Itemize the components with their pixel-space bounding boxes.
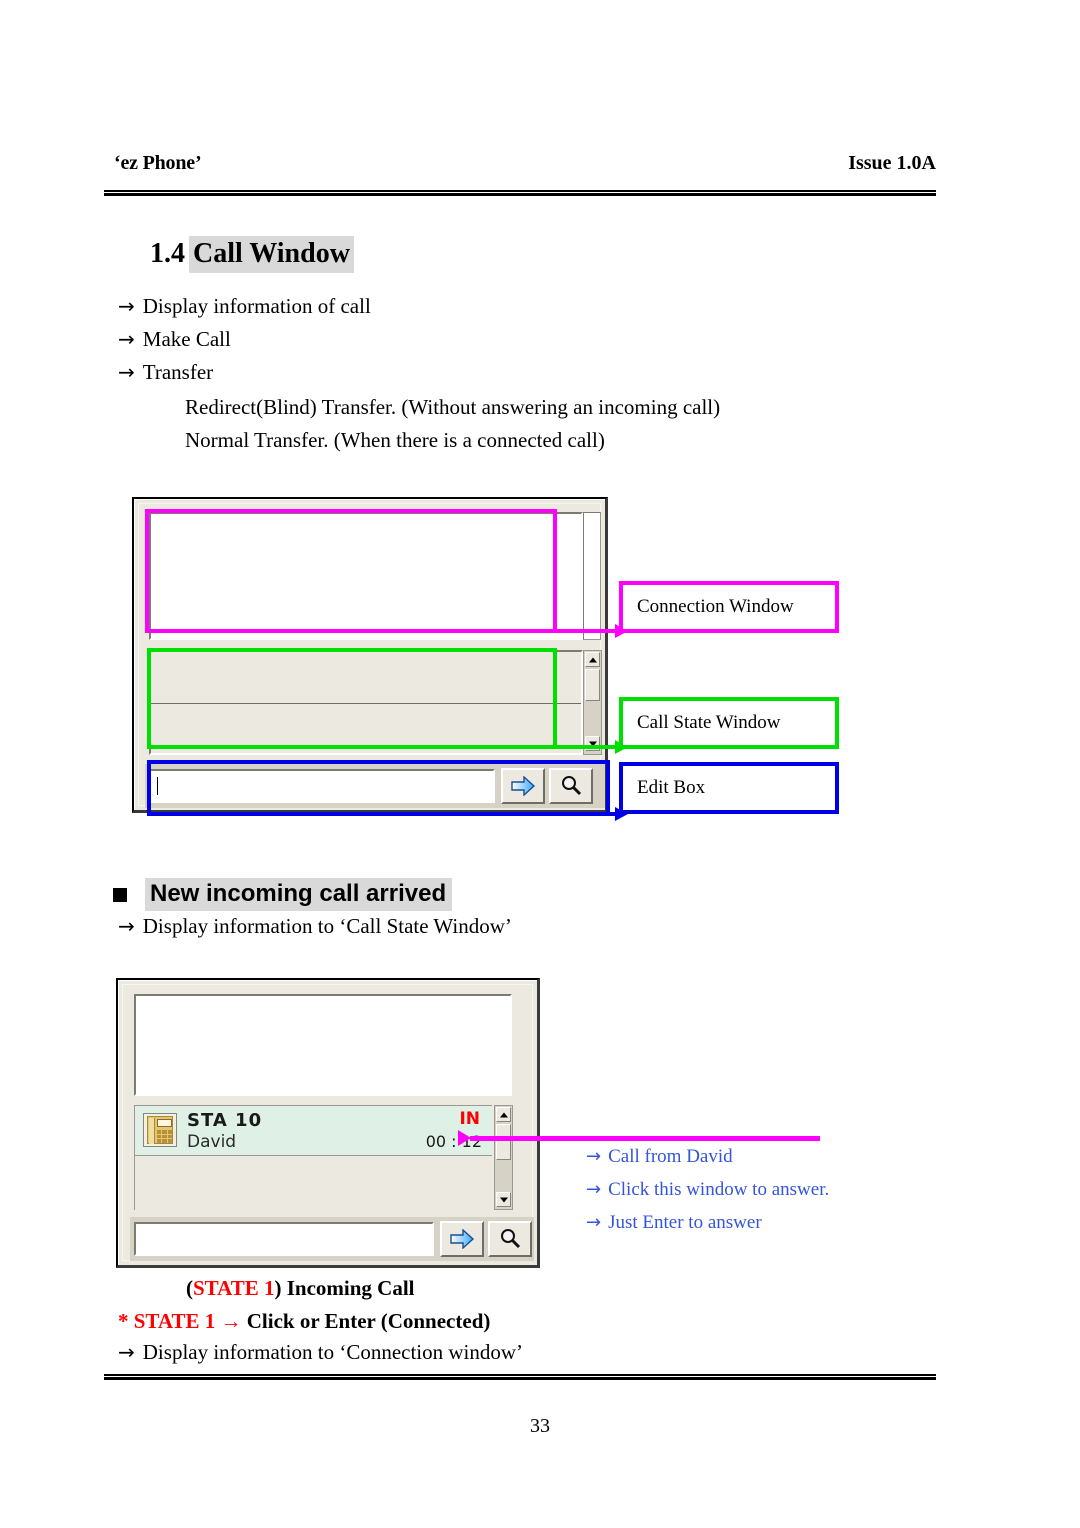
state-bullet-label: Display information to ‘Connection windo… (142, 1340, 524, 1364)
transfer-detail-1: Normal Transfer. (When there is a connec… (185, 428, 605, 452)
callout-edit-box: Edit Box (619, 762, 839, 814)
scrollbar-thumb[interactable] (585, 669, 600, 701)
arrow-icon: → (118, 1340, 135, 1364)
call-duration-timer: 00 : 12 (425, 1132, 482, 1151)
call-direction-badge: IN (459, 1109, 480, 1129)
intro-bullet-label: Transfer (142, 360, 214, 384)
header-issue: Issue 1.0A (848, 152, 936, 174)
scroll-down-button[interactable] (496, 1192, 511, 1207)
section-heading-new-incoming-call: New incoming call arrived (113, 878, 453, 911)
arrow-icon: → (118, 360, 135, 384)
call-state-window-list[interactable]: STA 10 David IN 00 : 12 (134, 1105, 492, 1210)
state-description: ) Incoming Call (274, 1276, 415, 1300)
leader-line-connection (553, 624, 628, 638)
note-label: Just Enter to answer (608, 1212, 762, 1233)
page-number: 33 (530, 1415, 550, 1437)
state-transition-label: * STATE 1 → (118, 1309, 242, 1333)
callout-label: Connection Window (637, 596, 794, 617)
note-label: Call from David (608, 1146, 733, 1167)
leader-line-editbox (553, 807, 628, 821)
triangle-up-icon (499, 1112, 508, 1117)
square-bullet-icon (113, 887, 127, 902)
scroll-up-button[interactable] (585, 652, 600, 667)
incoming-call-screenshot: STA 10 David IN 00 : 12 (116, 978, 540, 1268)
desk-phone-icon (143, 1113, 177, 1147)
connection-window-list[interactable] (134, 994, 512, 1096)
note-label: Click this window to answer. (608, 1179, 830, 1200)
callout-label: Call State Window (637, 712, 781, 733)
dial-arrow-icon (450, 1229, 475, 1249)
phone-display (157, 1119, 172, 1127)
section-bullet-label: Display information to ‘Call State Windo… (142, 914, 512, 938)
arrow-icon: → (586, 1212, 602, 1233)
paren-open: ( (186, 1276, 193, 1300)
state-bullet-display-info: → Display information to ‘Connection wind… (118, 1342, 523, 1363)
call-station-id: STA 10 (187, 1110, 263, 1131)
state-line-incoming: (STATE 1) Incoming Call (186, 1276, 415, 1301)
call-state-scrollbar[interactable] (583, 650, 602, 755)
call-state-row[interactable]: STA 10 David IN 00 : 12 (135, 1106, 492, 1156)
triangle-down-icon (499, 1197, 508, 1202)
phone-handset (149, 1118, 155, 1144)
document-page: ‘ez Phone’ Issue 1.0A 1.4 Call Window → D… (0, 0, 1080, 1528)
magnifier-icon (501, 1229, 521, 1249)
transfer-detail-0: Redirect(Blind) Transfer. (Without answe… (185, 395, 721, 419)
section-number: 1.4 (150, 238, 185, 269)
intro-bullet-label: Display information of call (142, 294, 371, 318)
window-client-area: STA 10 David IN 00 : 12 (122, 984, 534, 1261)
arrowhead (458, 1130, 471, 1146)
dial-button[interactable] (440, 1221, 484, 1257)
scrollbar-thumb[interactable] (496, 1124, 511, 1160)
arrow-icon: → (586, 1146, 602, 1167)
highlight-edit-box (147, 760, 610, 816)
call-party-name: David (187, 1132, 237, 1152)
bottom-toolbar (130, 1217, 534, 1261)
state-line-transition: * STATE 1 → Click or Enter (Connected) (118, 1309, 490, 1334)
highlight-call-state-window (147, 648, 557, 749)
state-transition-action: Click or Enter (Connected) (241, 1309, 491, 1333)
leader-line-callstate (553, 740, 628, 754)
note-enter-to-answer: → Just Enter to answer (586, 1212, 762, 1234)
page-title: 1.4 Call Window (150, 236, 354, 274)
section-bullet: → Display information to ‘Call State Wind… (118, 916, 512, 937)
arrow-icon: → (118, 327, 135, 351)
intro-bullet-0: → Display information of call (118, 296, 371, 317)
note-call-from: → Call from David (586, 1146, 733, 1168)
footer-rule (104, 1374, 936, 1380)
arrow-icon: → (118, 914, 135, 938)
header-rule (104, 190, 936, 196)
edit-box-input[interactable] (134, 1222, 434, 1256)
intro-bullet-label: Make Call (142, 327, 231, 351)
callout-label: Edit Box (637, 777, 706, 798)
scroll-up-button[interactable] (496, 1107, 511, 1122)
phone-keypad (157, 1130, 172, 1143)
page-header: ‘ez Phone’ Issue 1.0A (104, 152, 936, 182)
intro-bullet-2: → Transfer (118, 362, 213, 383)
highlight-connection-window (145, 509, 557, 633)
note-click-to-answer: → Click this window to answer. (586, 1179, 829, 1201)
call-state-scrollbar[interactable] (494, 1105, 513, 1210)
arrow-icon: → (118, 294, 135, 318)
state-label: STATE 1 (193, 1276, 275, 1300)
phone-body (147, 1116, 173, 1144)
arrow-icon: → (586, 1179, 602, 1200)
pointer-line-incoming-call (470, 1136, 820, 1141)
triangle-up-icon (588, 657, 597, 662)
header-product-name: ‘ez Phone’ (114, 152, 202, 174)
search-button[interactable] (488, 1221, 532, 1257)
callout-connection-window: Connection Window (619, 581, 839, 633)
callout-call-state-window: Call State Window (619, 697, 839, 749)
section-heading-label: New incoming call arrived (145, 878, 453, 911)
connection-window-scrollbar[interactable] (583, 512, 601, 640)
section-title: Call Window (189, 236, 354, 273)
intro-bullet-1: → Make Call (118, 329, 231, 350)
